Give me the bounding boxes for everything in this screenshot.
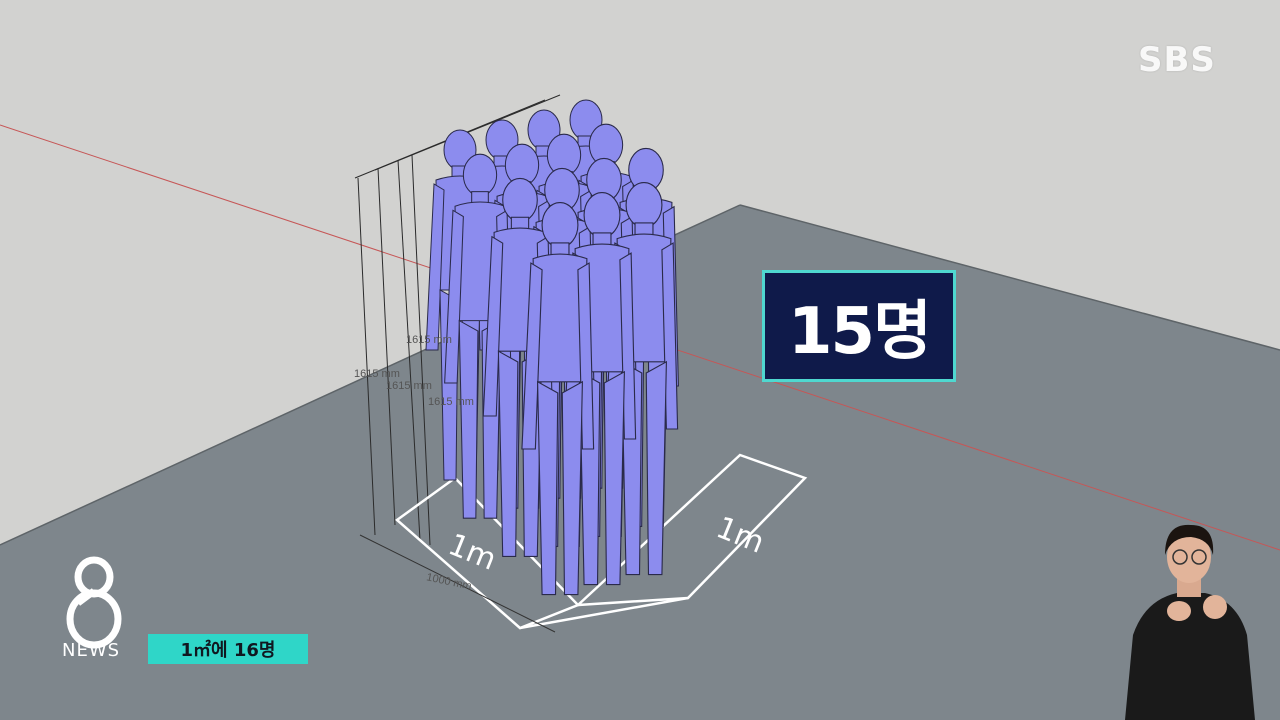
count-label: 15명 (788, 295, 932, 369)
sbs-logo: SBS (1138, 40, 1216, 80)
caption-bar: 1㎡에 16명 (148, 634, 308, 664)
height-label-4: 1615 mm (428, 396, 474, 408)
height-label-3: 1615 mm (406, 334, 452, 346)
news-label: NEWS (62, 640, 121, 661)
news-frame: 1m 1m 1000 mm 1615 mm 1615 mm 1615 mm 16… (0, 0, 1280, 720)
caption-text: 1㎡에 16명 (180, 640, 276, 661)
height-label-1: 1615 mm (354, 368, 400, 380)
height-label-2: 1615 mm (386, 380, 432, 392)
3d-crowd-scene (0, 0, 1280, 720)
count-overlay-box: 15명 (762, 270, 956, 382)
sign-language-interpreter (1125, 524, 1255, 720)
